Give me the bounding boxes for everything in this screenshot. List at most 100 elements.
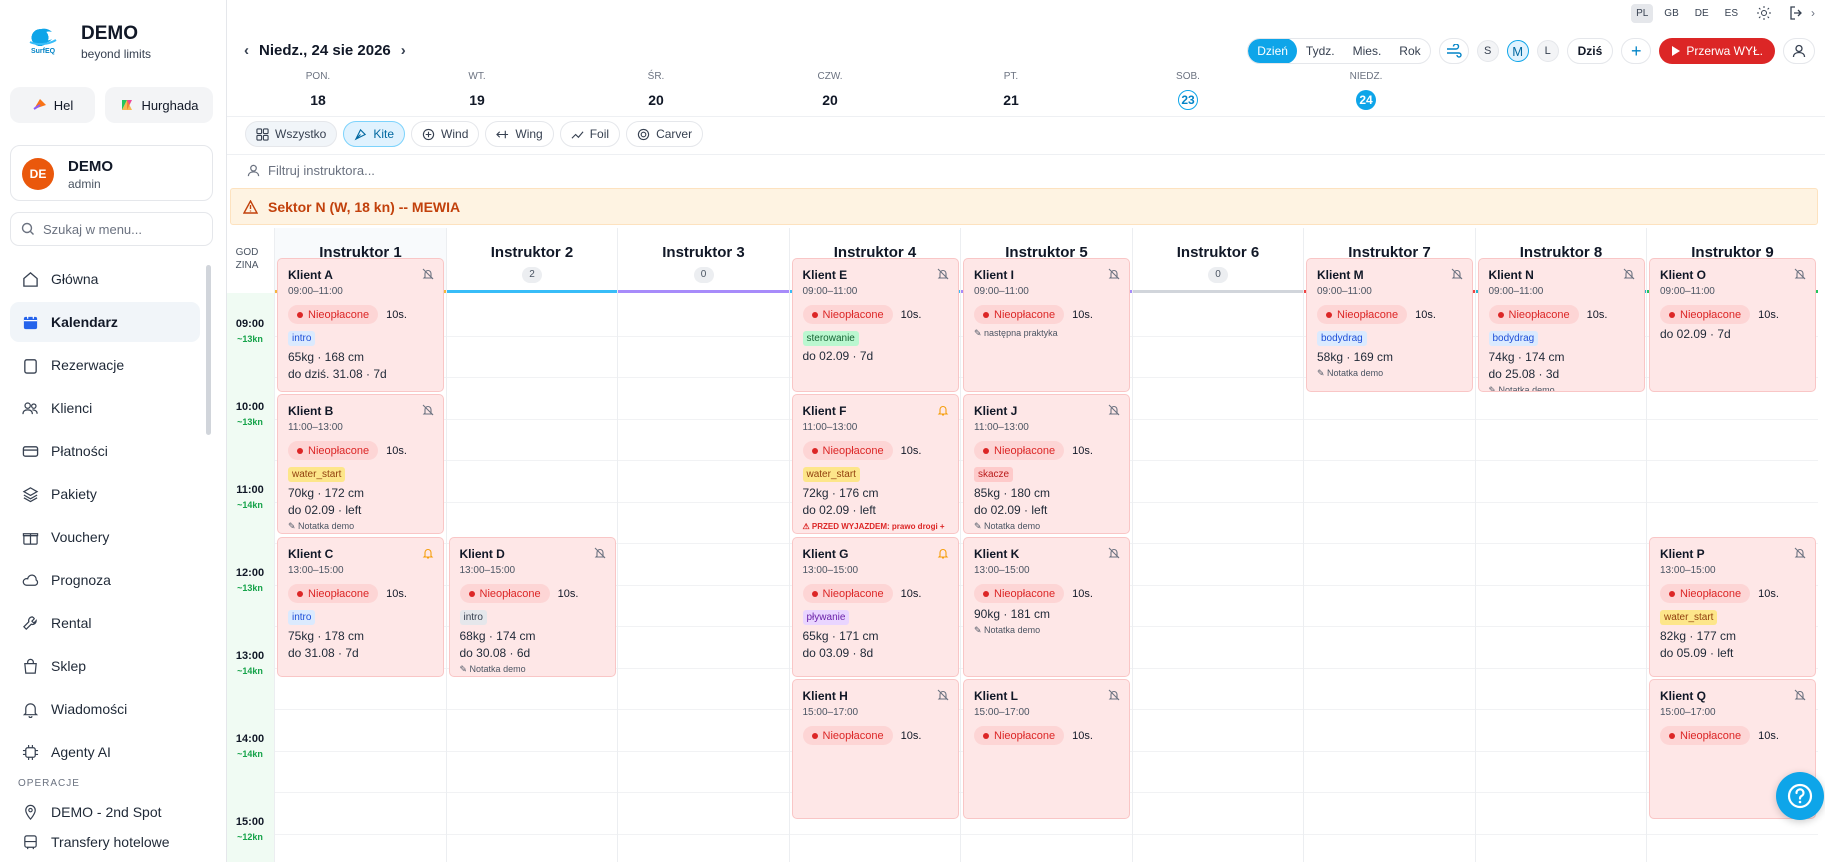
sidebar-item-kalendarz[interactable]: Kalendarz <box>10 302 200 342</box>
booking-card[interactable]: Klient H 15:00–17:00 Nieopłacone 10s. <box>791 679 959 819</box>
payment-status-badge[interactable]: Nieopłacone <box>802 584 893 603</box>
add-booking-button[interactable]: + <box>1621 38 1652 64</box>
booking-card[interactable]: Klient L 15:00–17:00 Nieopłacone 10s. <box>963 679 1130 819</box>
collapse-chevron-icon[interactable]: › <box>1811 6 1815 20</box>
wind-toggle-button[interactable] <box>1438 38 1469 64</box>
payment-status-badge[interactable]: Nieopłacone <box>288 441 379 460</box>
menu-search-input[interactable]: Szukaj w menu... <box>10 212 213 246</box>
instructor-header[interactable]: Instruktor 6 0 <box>1132 228 1304 294</box>
today-button[interactable]: Dziś <box>1566 38 1614 64</box>
surfeq-logo-icon[interactable]: SurfEQ <box>28 22 58 58</box>
payment-status-badge[interactable]: Nieopłacone <box>459 584 550 603</box>
sidebar-item-vouchery[interactable]: Vouchery <box>10 517 200 557</box>
booking-card[interactable]: Klient M 09:00–11:00 Nieopłacone 10s. bodydr… <box>1306 258 1473 392</box>
payment-status-badge[interactable]: Nieopłacone <box>288 584 379 603</box>
filter-carver-chip[interactable]: Carver <box>626 121 704 147</box>
break-toggle-button[interactable]: Przerwa WYŁ. <box>1659 38 1775 64</box>
booking-card[interactable]: Klient P 13:00–15:00 Nieopłacone 10s. water_… <box>1649 537 1816 677</box>
bell-muted-icon[interactable] <box>1108 547 1120 559</box>
filter-wind-chip[interactable]: Wind <box>411 121 480 147</box>
bell-muted-icon[interactable] <box>937 268 949 280</box>
payment-status-badge[interactable]: Nieopłacone <box>288 305 379 324</box>
week-day-3[interactable]: ŚR. 20 <box>606 71 706 110</box>
booking-card[interactable]: Klient J 11:00–13:00 Nieopłacone 10s. skacze… <box>963 394 1130 534</box>
payment-status-badge[interactable]: Nieopłacone <box>1660 584 1751 603</box>
bell-muted-icon[interactable] <box>1794 268 1806 280</box>
week-day-7[interactable]: NIEDZ. 24 <box>1316 71 1416 110</box>
bell-muted-icon[interactable] <box>1451 268 1463 280</box>
logout-icon[interactable] <box>1789 6 1805 20</box>
booking-card[interactable]: Klient F 11:00–13:00 Nieopłacone 10s. water_… <box>791 394 959 534</box>
bell-muted-icon[interactable] <box>1108 268 1120 280</box>
payment-status-badge[interactable]: Nieopłacone <box>974 726 1065 745</box>
booking-card[interactable]: Klient K 13:00–15:00 Nieopłacone 10s. 90kg ·… <box>963 537 1130 677</box>
lang-pl-button[interactable]: PL <box>1631 3 1654 23</box>
bell-icon[interactable] <box>937 547 949 559</box>
lang-es-button[interactable]: ES <box>1720 4 1743 23</box>
booking-card[interactable]: Klient C 13:00–15:00 Nieopłacone 10s. intro 7… <box>277 537 444 677</box>
sun-icon[interactable] <box>1757 6 1771 20</box>
bell-muted-icon[interactable] <box>1623 268 1635 280</box>
sidebar-item-agenty-ai[interactable]: Agenty AI <box>10 732 200 772</box>
view-tydz-button[interactable]: Tydz. <box>1297 39 1344 63</box>
sidebar-item-sklep[interactable]: Sklep <box>10 646 200 686</box>
bell-muted-icon[interactable] <box>422 268 434 280</box>
bell-muted-icon[interactable] <box>1794 547 1806 559</box>
sidebar-item-platnosci[interactable]: Płatności <box>10 431 200 471</box>
sidebar-item-prognoza[interactable]: Prognoza <box>10 560 200 600</box>
bell-muted-icon[interactable] <box>594 547 606 559</box>
next-day-chevron-icon[interactable]: › <box>401 42 406 59</box>
sidebar-item-transfery-hotelowe[interactable]: Transfery hotelowe <box>10 827 200 857</box>
payment-status-badge[interactable]: Nieopłacone <box>1660 305 1751 324</box>
booking-card[interactable]: Klient D 13:00–15:00 Nieopłacone 10s. intro 6… <box>448 537 616 677</box>
size-l-button[interactable]: L <box>1536 40 1559 62</box>
booking-card[interactable]: Klient A 09:00–11:00 Nieopłacone 10s. intro 6… <box>277 258 444 392</box>
view-mies-button[interactable]: Mies. <box>1344 39 1391 63</box>
sidebar-item-wiadomosci[interactable]: Wiadomości <box>10 689 200 729</box>
help-button[interactable] <box>1776 772 1824 820</box>
spot-hurghada-button[interactable]: Hurghada <box>105 87 213 123</box>
booking-card[interactable]: Klient N 09:00–11:00 Nieopłacone 10s. bodydr… <box>1477 258 1645 392</box>
booking-card[interactable]: Klient E 09:00–11:00 Nieopłacone 10s. sterow… <box>791 258 959 392</box>
size-m-button[interactable]: M <box>1506 40 1529 62</box>
instructor-header[interactable]: Instruktor 3 0 <box>618 228 789 294</box>
sidebar-item-demo-2nd-spot[interactable]: DEMO - 2nd Spot <box>10 797 200 827</box>
filter-wing-chip[interactable]: Wing <box>485 121 554 147</box>
payment-status-badge[interactable]: Nieopłacone <box>1660 726 1751 745</box>
sidebar-item-rezerwacje[interactable]: Rezerwacje <box>10 345 200 385</box>
week-day-5[interactable]: PT. 21 <box>961 71 1061 110</box>
bell-muted-icon[interactable] <box>1794 689 1806 701</box>
view-dzien-button[interactable]: Dzień <box>1248 39 1297 63</box>
bell-icon[interactable] <box>422 547 434 559</box>
bell-muted-icon[interactable] <box>937 689 949 701</box>
bell-muted-icon[interactable] <box>1108 689 1120 701</box>
payment-status-badge[interactable]: Nieopłacone <box>1317 305 1408 324</box>
lang-gb-button[interactable]: GB <box>1659 4 1683 23</box>
view-rok-button[interactable]: Rok <box>1390 39 1429 63</box>
sidebar-item-rental[interactable]: Rental <box>10 603 200 643</box>
payment-status-badge[interactable]: Nieopłacone <box>802 726 893 745</box>
sidebar-scrollbar[interactable] <box>206 265 211 435</box>
payment-status-badge[interactable]: Nieopłacone <box>1488 305 1579 324</box>
bell-icon[interactable] <box>937 404 949 416</box>
lang-de-button[interactable]: DE <box>1690 4 1714 23</box>
filter-foil-chip[interactable]: Foil <box>559 121 621 147</box>
instructor-filter-input[interactable]: Filtruj instruktora... <box>247 163 375 178</box>
sidebar-item-pakiety[interactable]: Pakiety <box>10 474 200 514</box>
sidebar-item-klienci[interactable]: Klienci <box>10 388 200 428</box>
size-s-button[interactable]: S <box>1476 40 1499 62</box>
payment-status-badge[interactable]: Nieopłacone <box>974 305 1065 324</box>
bell-muted-icon[interactable] <box>422 404 434 416</box>
sidebar-item-glowna[interactable]: Główna <box>10 259 200 299</box>
week-day-6[interactable]: SOB. 23 <box>1138 71 1238 110</box>
week-day-2[interactable]: WT. 19 <box>427 71 527 110</box>
filter-kite-chip[interactable]: Kite <box>343 121 406 147</box>
payment-status-badge[interactable]: Nieopłacone <box>974 441 1065 460</box>
account-button[interactable] <box>1783 38 1815 64</box>
spot-hel-button[interactable]: Hel <box>10 87 95 123</box>
payment-status-badge[interactable]: Nieopłacone <box>974 584 1065 603</box>
payment-status-badge[interactable]: Nieopłacone <box>802 441 893 460</box>
instructor-header[interactable]: Instruktor 2 2 <box>446 228 618 294</box>
booking-card[interactable]: Klient I 09:00–11:00 Nieopłacone 10s. ✎ nast… <box>963 258 1130 392</box>
user-card[interactable]: DE DEMO admin <box>10 145 213 201</box>
